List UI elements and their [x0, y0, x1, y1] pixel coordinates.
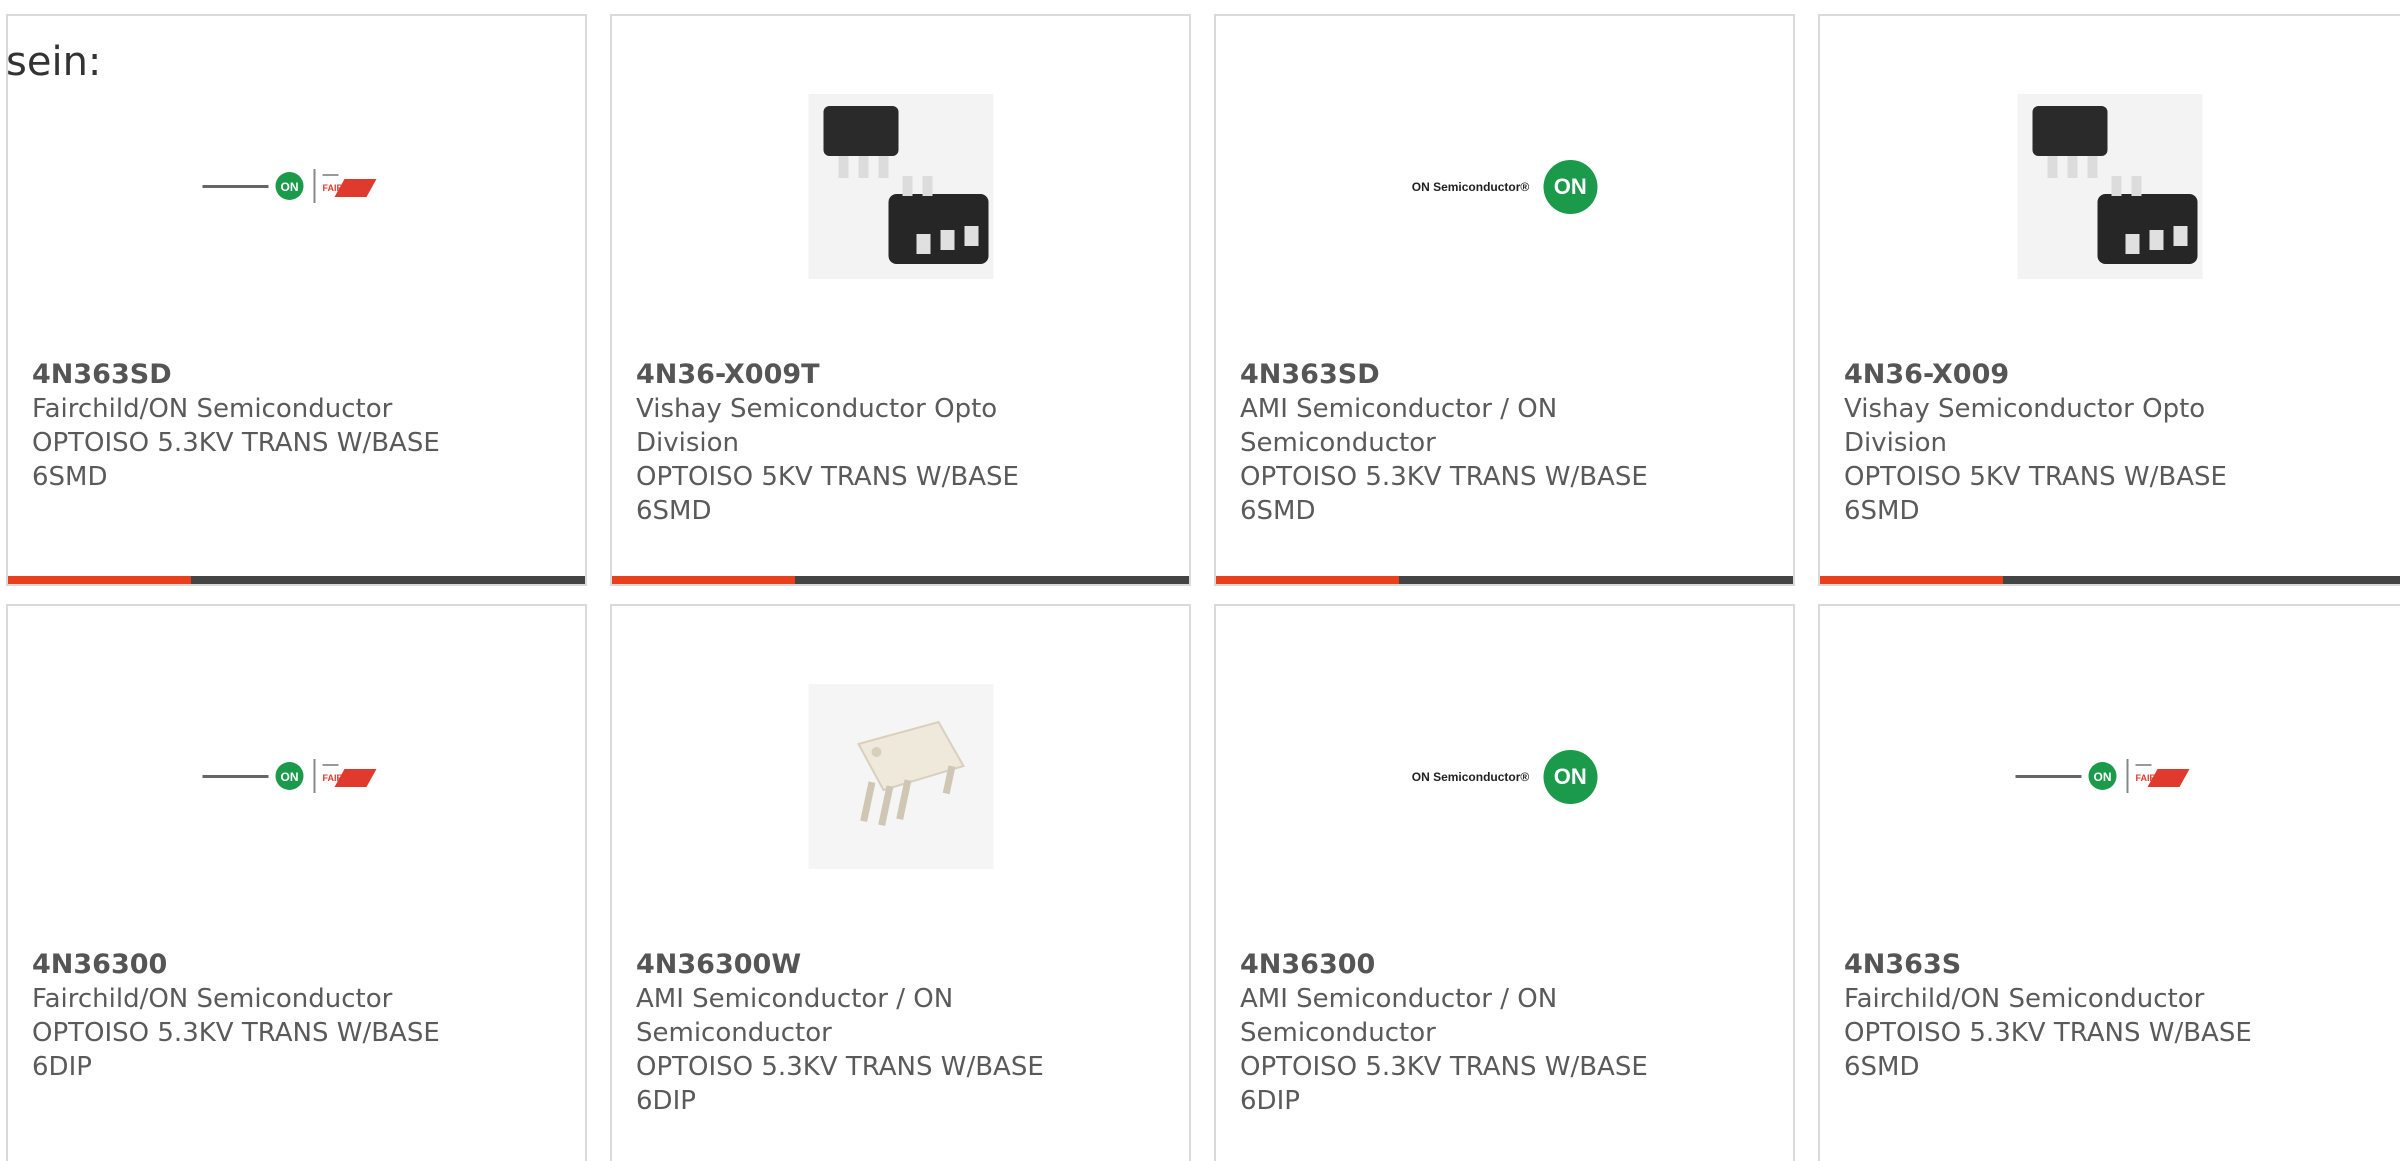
product-text: 4N363SD AMI Semiconductor / ON Semicondu…	[1240, 358, 1660, 528]
smd-chip-image	[2017, 94, 2203, 279]
card-accent-bar	[612, 576, 795, 584]
card-accent-bar	[1216, 576, 1399, 584]
description: OPTOISO 5.3KV TRANS W/BASE	[1240, 462, 1648, 492]
product-card[interactable]: 4N36300W AMI Semiconductor / ON Semicond…	[610, 604, 1191, 1161]
fairchild-on-logo: ON FAIRCHILD	[2015, 758, 2190, 793]
part-number-link[interactable]: 4N36300W	[636, 948, 1056, 982]
card-accent-bar	[1820, 576, 2003, 584]
product-image[interactable]: ON Semiconductor® ON	[1402, 84, 1607, 289]
manufacturer-cont: Semiconductor	[636, 1018, 832, 1048]
product-card[interactable]: 4N36-X009T Vishay Semiconductor Opto Div…	[610, 14, 1191, 586]
package: 6DIP	[32, 1052, 92, 1082]
card-accent-bar	[8, 576, 191, 584]
lead-text: sein:	[6, 39, 102, 85]
product-card[interactable]: ON FAIRCHILD 4N363S Fairchild/ON Semicon…	[1818, 604, 2400, 1161]
product-text: 4N36300 Fairchild/ON Semiconductor OPTOI…	[32, 948, 452, 1084]
product-card[interactable]: ON FAIRCHILD 4N363SD Fairchild/ON Semico…	[6, 14, 587, 586]
description: OPTOISO 5.3KV TRANS W/BASE	[32, 1018, 440, 1048]
package: 6DIP	[636, 1086, 696, 1116]
on-semiconductor-logo: ON Semiconductor® ON	[1411, 749, 1598, 804]
svg-text:FAIRCHILD: FAIRCHILD	[322, 773, 370, 783]
manufacturer-cont: Division	[636, 428, 740, 458]
dip-chip-image	[808, 684, 993, 869]
part-number-link[interactable]: 4N36-X009	[1844, 358, 2264, 392]
card-bottom-bar	[1820, 576, 2400, 584]
package: 6SMD	[636, 496, 712, 526]
part-number-link[interactable]: 4N363SD	[1240, 358, 1660, 392]
product-image[interactable]	[798, 84, 1003, 289]
manufacturer: AMI Semiconductor / ON	[636, 984, 954, 1014]
package: 6SMD	[1844, 496, 1920, 526]
package: 6DIP	[1240, 1086, 1300, 1116]
manufacturer-cont: Semiconductor	[1240, 1018, 1436, 1048]
description: OPTOISO 5KV TRANS W/BASE	[636, 462, 1019, 492]
product-text: 4N363S Fairchild/ON Semiconductor OPTOIS…	[1844, 948, 2264, 1084]
smd-chip-image	[808, 94, 993, 279]
svg-text:ON: ON	[280, 770, 298, 784]
manufacturer: Fairchild/ON Semiconductor	[32, 984, 393, 1014]
on-badge-icon: ON	[1543, 749, 1598, 804]
package: 6SMD	[1844, 1052, 1920, 1082]
on-logo-text: ON Semiconductor®	[1411, 769, 1530, 784]
on-badge-icon: ON	[1543, 159, 1598, 214]
product-grid-page: sein: ON FAIRCHILD 4N363SD Fairchild/ON …	[0, 0, 2400, 1161]
description: OPTOISO 5.3KV TRANS W/BASE	[1844, 1018, 2252, 1048]
product-card[interactable]: ON FAIRCHILD 4N36300 Fairchild/ON Semico…	[6, 604, 587, 1161]
part-number-link[interactable]: 4N363SD	[32, 358, 452, 392]
description: OPTOISO 5.3KV TRANS W/BASE	[1240, 1052, 1648, 1082]
on-logo-text: ON Semiconductor®	[1411, 179, 1530, 194]
svg-text:ON: ON	[280, 180, 298, 194]
product-image[interactable]: ON FAIRCHILD	[194, 674, 399, 879]
card-bottom-bar	[1216, 576, 1793, 584]
product-text: 4N36-X009T Vishay Semiconductor Opto Div…	[636, 358, 1056, 528]
manufacturer-cont: Division	[1844, 428, 1948, 458]
product-text: 4N36-X009 Vishay Semiconductor Opto Divi…	[1844, 358, 2264, 528]
manufacturer: Fairchild/ON Semiconductor	[1844, 984, 2205, 1014]
description: OPTOISO 5KV TRANS W/BASE	[1844, 462, 2227, 492]
svg-text:ON: ON	[2094, 770, 2112, 784]
on-semiconductor-logo: ON Semiconductor® ON	[1411, 159, 1598, 214]
manufacturer: AMI Semiconductor / ON	[1240, 394, 1558, 424]
manufacturer: Vishay Semiconductor Opto	[636, 394, 998, 424]
product-card[interactable]: ON Semiconductor® ON 4N363SD AMI Semicon…	[1214, 14, 1795, 586]
svg-text:FAIRCHILD: FAIRCHILD	[322, 183, 370, 193]
part-number-link[interactable]: 4N36-X009T	[636, 358, 1056, 392]
part-number-link[interactable]: 4N363S	[1844, 948, 2264, 982]
manufacturer: Vishay Semiconductor Opto	[1844, 394, 2206, 424]
product-text: 4N363SD Fairchild/ON Semiconductor OPTOI…	[32, 358, 452, 494]
product-image[interactable]	[2008, 84, 2213, 289]
product-card[interactable]: 4N36-X009 Vishay Semiconductor Opto Divi…	[1818, 14, 2400, 586]
product-card[interactable]: ON Semiconductor® ON 4N36300 AMI Semicon…	[1214, 604, 1795, 1161]
card-bottom-bar	[612, 576, 1189, 584]
part-number-link[interactable]: 4N36300	[1240, 948, 1660, 982]
product-image[interactable]: ON FAIRCHILD	[194, 84, 399, 289]
manufacturer-cont: Semiconductor	[1240, 428, 1436, 458]
package: 6SMD	[1240, 496, 1316, 526]
description: OPTOISO 5.3KV TRANS W/BASE	[636, 1052, 1044, 1082]
product-text: 4N36300 AMI Semiconductor / ON Semicondu…	[1240, 948, 1660, 1118]
product-image[interactable]: ON FAIRCHILD	[2008, 674, 2213, 879]
description: OPTOISO 5.3KV TRANS W/BASE	[32, 428, 440, 458]
manufacturer: AMI Semiconductor / ON	[1240, 984, 1558, 1014]
fairchild-on-logo: ON FAIRCHILD	[202, 758, 376, 793]
manufacturer: Fairchild/ON Semiconductor	[32, 394, 393, 424]
card-bottom-bar	[8, 576, 585, 584]
product-image[interactable]: ON Semiconductor® ON	[1402, 674, 1607, 879]
package: 6SMD	[32, 462, 108, 492]
fairchild-on-logo: ON FAIRCHILD	[202, 168, 376, 203]
product-image[interactable]	[798, 674, 1003, 879]
product-text: 4N36300W AMI Semiconductor / ON Semicond…	[636, 948, 1056, 1118]
part-number-link[interactable]: 4N36300	[32, 948, 452, 982]
svg-text:FAIRCHILD: FAIRCHILD	[2136, 773, 2184, 783]
